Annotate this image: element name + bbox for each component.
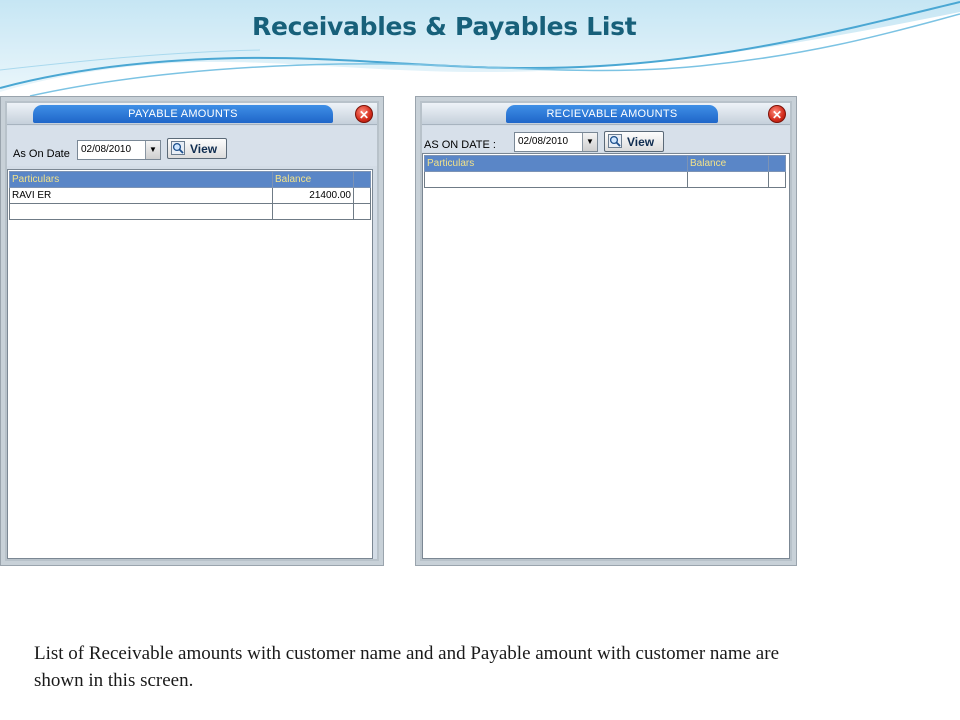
view-button[interactable]: View bbox=[167, 138, 227, 159]
payable-amounts-window: PAYABLE AMOUNTS ✕ As On Date 02/08/2010 … bbox=[0, 96, 384, 566]
view-button[interactable]: View bbox=[604, 131, 664, 152]
date-value: 02/08/2010 bbox=[518, 136, 569, 147]
cell-particulars[interactable] bbox=[424, 171, 688, 188]
receivable-window-body: RECIEVABLE AMOUNTS ✕ AS ON DATE : 02/08/… bbox=[420, 101, 792, 561]
receivable-titlebar: RECIEVABLE AMOUNTS ✕ bbox=[422, 103, 790, 125]
table-row[interactable]: RAVI ER 21400.00 bbox=[9, 187, 371, 204]
cell-balance[interactable] bbox=[687, 171, 769, 188]
date-value: 02/08/2010 bbox=[81, 144, 132, 155]
table-header-row: Particulars Balance bbox=[424, 155, 786, 172]
payable-table: Particulars Balance RAVI ER 21400.00 bbox=[9, 171, 371, 220]
view-button-label: View bbox=[190, 142, 218, 156]
as-on-date-picker[interactable]: 02/08/2010 ▼ bbox=[77, 140, 161, 160]
column-header-balance[interactable]: Balance bbox=[687, 155, 769, 172]
table-row[interactable] bbox=[424, 171, 786, 188]
cell-particulars[interactable]: RAVI ER bbox=[9, 187, 273, 204]
payable-grid: Particulars Balance RAVI ER 21400.00 bbox=[7, 169, 373, 559]
cell-balance[interactable]: 21400.00 bbox=[272, 187, 354, 204]
slide-header: Receivables & Payables List bbox=[0, 0, 960, 100]
magnifier-icon bbox=[171, 141, 185, 155]
payable-titlebar: PAYABLE AMOUNTS ✕ bbox=[7, 103, 377, 125]
column-header-filler bbox=[768, 155, 786, 172]
as-on-date-label: AS ON DATE : bbox=[424, 139, 496, 151]
column-header-particulars[interactable]: Particulars bbox=[9, 171, 273, 188]
receivable-toolbar: AS ON DATE : 02/08/2010 ▼ View bbox=[422, 126, 790, 152]
table-row[interactable] bbox=[9, 203, 371, 220]
view-button-label: View bbox=[627, 135, 655, 149]
column-header-balance[interactable]: Balance bbox=[272, 171, 354, 188]
cell-balance[interactable] bbox=[272, 203, 354, 220]
payable-window-title: PAYABLE AMOUNTS bbox=[33, 105, 333, 123]
receivable-table: Particulars Balance bbox=[424, 155, 786, 188]
cell-filler bbox=[353, 203, 371, 220]
payable-window-body: PAYABLE AMOUNTS ✕ As On Date 02/08/2010 … bbox=[5, 101, 379, 561]
table-header-row: Particulars Balance bbox=[9, 171, 371, 188]
column-header-filler bbox=[353, 171, 371, 188]
receivable-grid: Particulars Balance bbox=[422, 153, 790, 559]
chevron-down-icon[interactable]: ▼ bbox=[582, 133, 597, 151]
column-header-particulars[interactable]: Particulars bbox=[424, 155, 688, 172]
receivable-window-title: RECIEVABLE AMOUNTS bbox=[506, 105, 718, 123]
cell-particulars[interactable] bbox=[9, 203, 273, 220]
magnifier-icon bbox=[608, 134, 622, 148]
chevron-down-icon[interactable]: ▼ bbox=[145, 141, 160, 159]
slide-title: Receivables & Payables List bbox=[252, 12, 637, 41]
cell-filler bbox=[768, 171, 786, 188]
slide-caption: List of Receivable amounts with customer… bbox=[34, 643, 779, 691]
cell-filler bbox=[353, 187, 371, 204]
close-icon[interactable]: ✕ bbox=[355, 105, 373, 123]
payable-toolbar: As On Date 02/08/2010 ▼ View bbox=[7, 126, 377, 166]
as-on-date-picker[interactable]: 02/08/2010 ▼ bbox=[514, 132, 598, 152]
close-icon[interactable]: ✕ bbox=[768, 105, 786, 123]
receivable-amounts-window: RECIEVABLE AMOUNTS ✕ AS ON DATE : 02/08/… bbox=[415, 96, 797, 566]
as-on-date-label: As On Date bbox=[13, 148, 70, 160]
